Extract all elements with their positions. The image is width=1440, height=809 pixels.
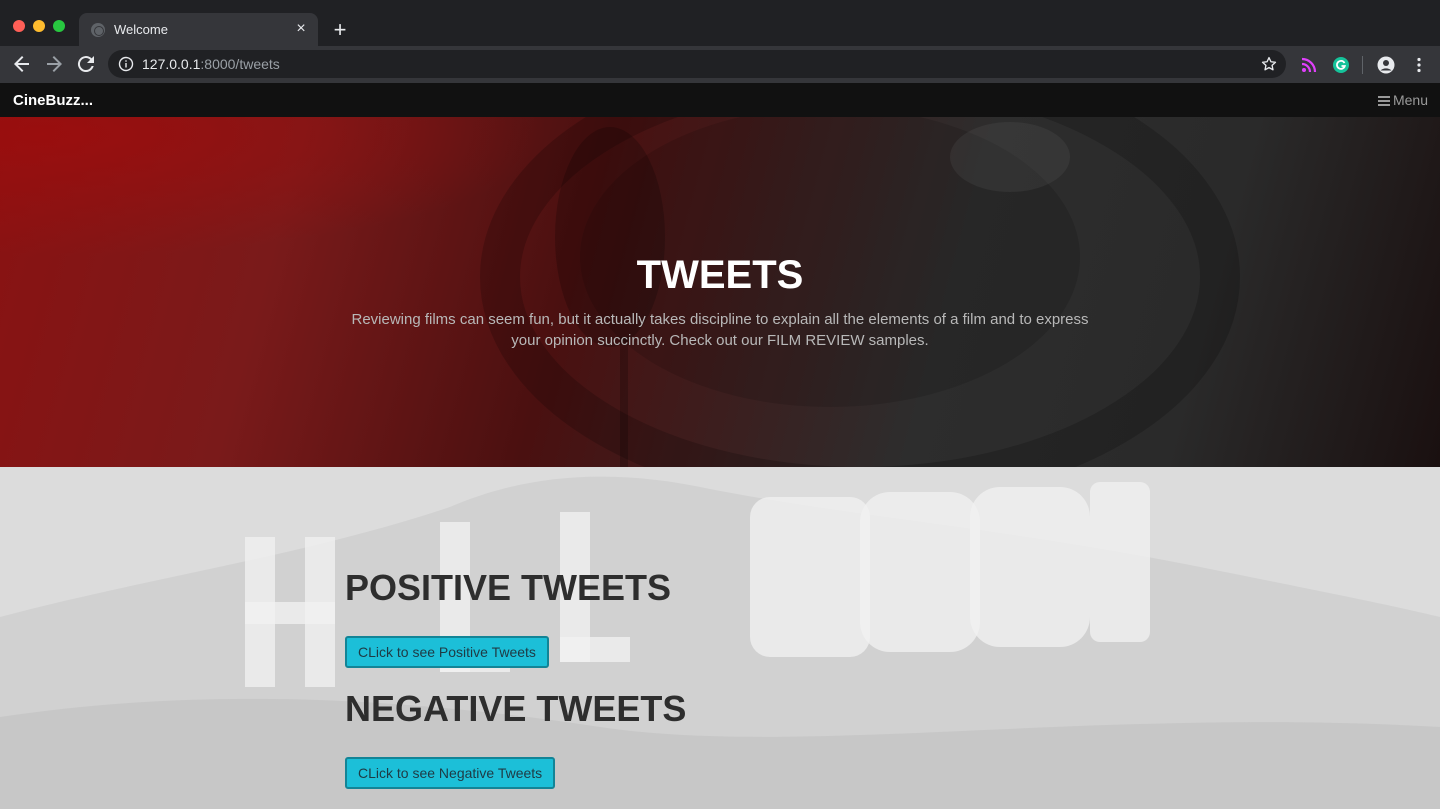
tab-welcome[interactable]: Welcome ×: [79, 13, 318, 46]
rss-icon[interactable]: [1300, 56, 1318, 74]
reload-icon: [77, 56, 94, 73]
menu-toggle-button[interactable]: Menu: [1377, 92, 1428, 108]
browser-chrome: Welcome × + 127.0.0.1:8000/tweets: [0, 0, 1440, 83]
globe-icon: [91, 23, 105, 37]
tab-strip: Welcome × +: [0, 0, 1440, 46]
negative-tweets-button[interactable]: CLick to see Negative Tweets: [345, 757, 556, 789]
toolbar-divider: [1362, 56, 1363, 74]
hero-section: TWEETS Reviewing films can seem fun, but…: [0, 117, 1440, 467]
tab-title: Welcome: [114, 22, 168, 37]
close-window-button[interactable]: [13, 20, 25, 32]
hollywood-background-image: [0, 476, 1440, 809]
hamburger-icon: [1377, 96, 1390, 106]
url-path: :8000/tweets: [200, 56, 280, 72]
negative-tweets-heading: NEGATIVE TWEETS: [345, 688, 687, 729]
back-button[interactable]: [10, 52, 34, 76]
hero-subtitle: Reviewing films can seem fun, but it act…: [351, 311, 1089, 349]
hero-title: TWEETS: [636, 253, 804, 297]
positive-tweets-heading: POSITIVE TWEETS: [345, 567, 672, 608]
new-tab-button[interactable]: +: [330, 18, 350, 42]
reload-button[interactable]: [74, 52, 98, 76]
minimize-window-button[interactable]: [33, 20, 45, 32]
brand-link[interactable]: CineBuzz...: [13, 92, 93, 109]
url-text[interactable]: 127.0.0.1:8000/tweets: [142, 56, 280, 72]
positive-tweets-button[interactable]: CLick to see Positive Tweets: [345, 636, 549, 668]
web-page: CineBuzz... Menu TWEETS Reviewing films …: [0, 83, 1440, 809]
account-icon[interactable]: [1377, 56, 1395, 74]
address-bar[interactable]: 127.0.0.1:8000/tweets: [108, 50, 1286, 78]
star-icon[interactable]: [1260, 55, 1278, 73]
url-host: 127.0.0.1: [142, 56, 201, 72]
back-arrow-icon: [14, 56, 29, 72]
menu-label: Menu: [1392, 92, 1428, 108]
tweets-section: POSITIVE TWEETS CLick to see Positive Tw…: [0, 467, 1440, 809]
kebab-menu-icon[interactable]: [1410, 56, 1428, 74]
info-icon[interactable]: [118, 56, 134, 72]
tab-close-button[interactable]: ×: [292, 19, 310, 39]
site-navbar: CineBuzz... Menu: [0, 83, 1440, 117]
browser-toolbar: 127.0.0.1:8000/tweets: [0, 46, 1440, 83]
forward-button[interactable]: [42, 52, 66, 76]
maximize-window-button[interactable]: [53, 20, 65, 32]
forward-arrow-icon: [47, 56, 62, 72]
grammarly-icon[interactable]: [1332, 56, 1350, 74]
